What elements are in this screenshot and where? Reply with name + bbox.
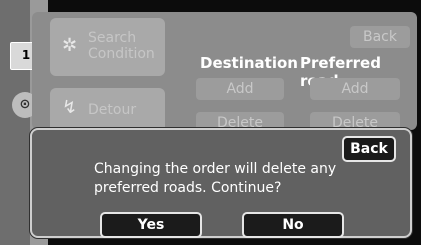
destination-header: Destination [200,54,298,72]
detour-label: Detour [88,102,137,118]
background-back-button[interactable]: Back [350,26,410,48]
search-condition-label: Search Condition [88,30,155,62]
confirm-dialog: Back Changing the order will delete any … [30,128,412,238]
detour-icon: ↯ [62,97,78,118]
destination-add-button[interactable]: Add [196,78,284,100]
yes-button[interactable]: Yes [100,212,202,238]
back-button[interactable]: Back [342,136,396,162]
preferred-road-add-button[interactable]: Add [310,78,400,100]
dialog-message: Changing the order will delete any prefe… [94,161,337,196]
navigation-screen: 1 ⊙ ✲ Search Condition ↯ Detour Back Des… [0,0,421,245]
gear-icon: ✲ [62,35,78,56]
no-button[interactable]: No [242,212,344,238]
search-condition-button[interactable]: ✲ Search Condition [50,18,165,76]
